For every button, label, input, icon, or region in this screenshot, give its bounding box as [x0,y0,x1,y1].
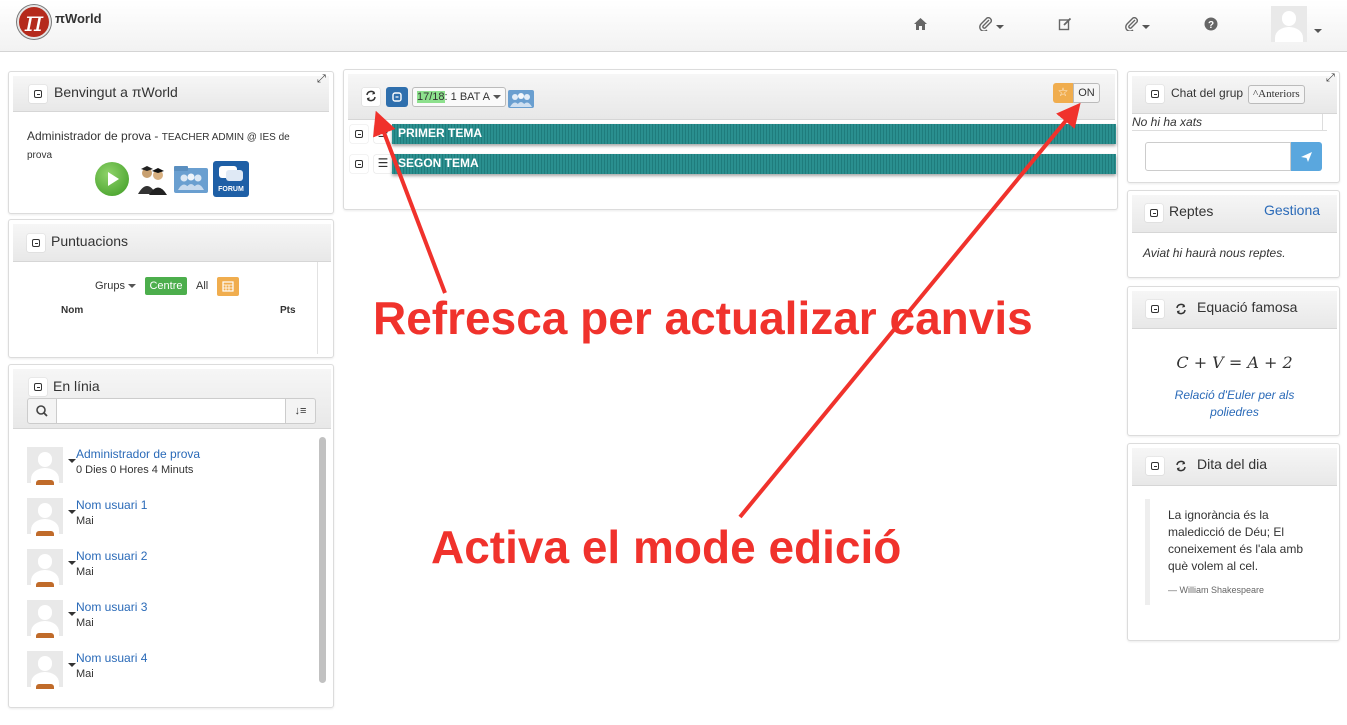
arrow-to-refresh [373,110,447,294]
annotation-refresh-label: Refresca per actualizar canvis [373,292,1033,344]
annotation-arrows [373,102,1081,519]
annotation-edit-mode-label: Activa el mode edició [431,521,902,573]
